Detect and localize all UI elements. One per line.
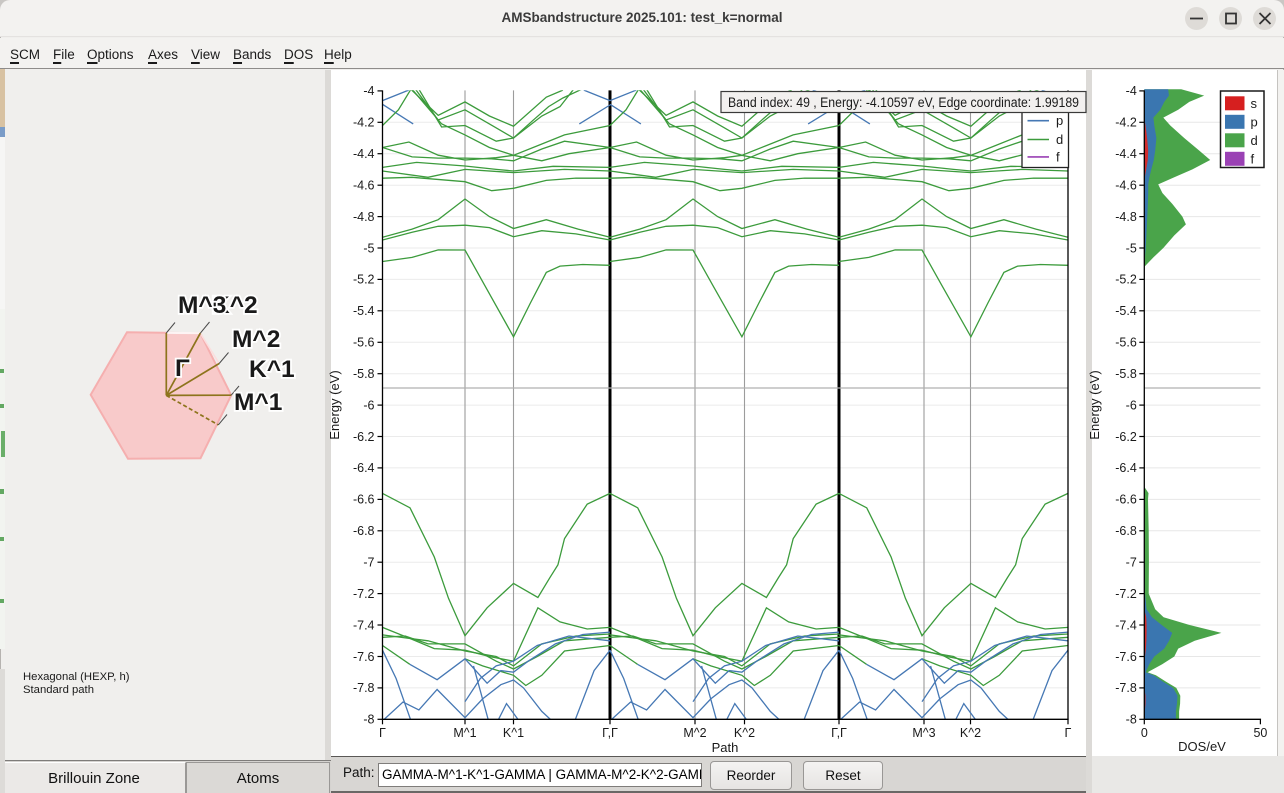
svg-text:Energy (eV): Energy (eV) (1087, 370, 1102, 439)
svg-text:DOS/eV: DOS/eV (1178, 739, 1226, 754)
svg-text:-7.6: -7.6 (1115, 650, 1137, 664)
svg-text:p: p (1251, 115, 1258, 130)
svg-text:-5.4: -5.4 (1115, 304, 1137, 318)
svg-text:-8: -8 (1126, 713, 1137, 727)
svg-text:-5.2: -5.2 (1115, 273, 1137, 287)
svg-text:f: f (1251, 152, 1255, 167)
svg-text:-7.8: -7.8 (1115, 681, 1137, 695)
svg-text:-5.6: -5.6 (1115, 336, 1137, 350)
svg-text:-6.4: -6.4 (1115, 461, 1137, 475)
svg-text:-4.2: -4.2 (1115, 116, 1137, 130)
svg-text:-7.4: -7.4 (1115, 618, 1137, 632)
svg-text:-7.2: -7.2 (1115, 587, 1137, 601)
svg-text:s: s (1251, 96, 1258, 111)
svg-text:-4.6: -4.6 (1115, 179, 1137, 193)
svg-text:-6.8: -6.8 (1115, 524, 1137, 538)
svg-text:-4.4: -4.4 (1115, 147, 1137, 161)
svg-text:-5.8: -5.8 (1115, 367, 1137, 381)
svg-text:-6.2: -6.2 (1115, 430, 1137, 444)
svg-text:-6: -6 (1126, 398, 1137, 412)
svg-text:d: d (1251, 133, 1258, 148)
svg-text:-6.6: -6.6 (1115, 493, 1137, 507)
svg-text:50: 50 (1253, 726, 1267, 740)
svg-text:-4: -4 (1126, 84, 1137, 98)
svg-text:-4.8: -4.8 (1115, 210, 1137, 224)
svg-text:-5: -5 (1126, 241, 1137, 255)
svg-text:0: 0 (1141, 726, 1148, 740)
svg-text:-7: -7 (1126, 556, 1137, 570)
